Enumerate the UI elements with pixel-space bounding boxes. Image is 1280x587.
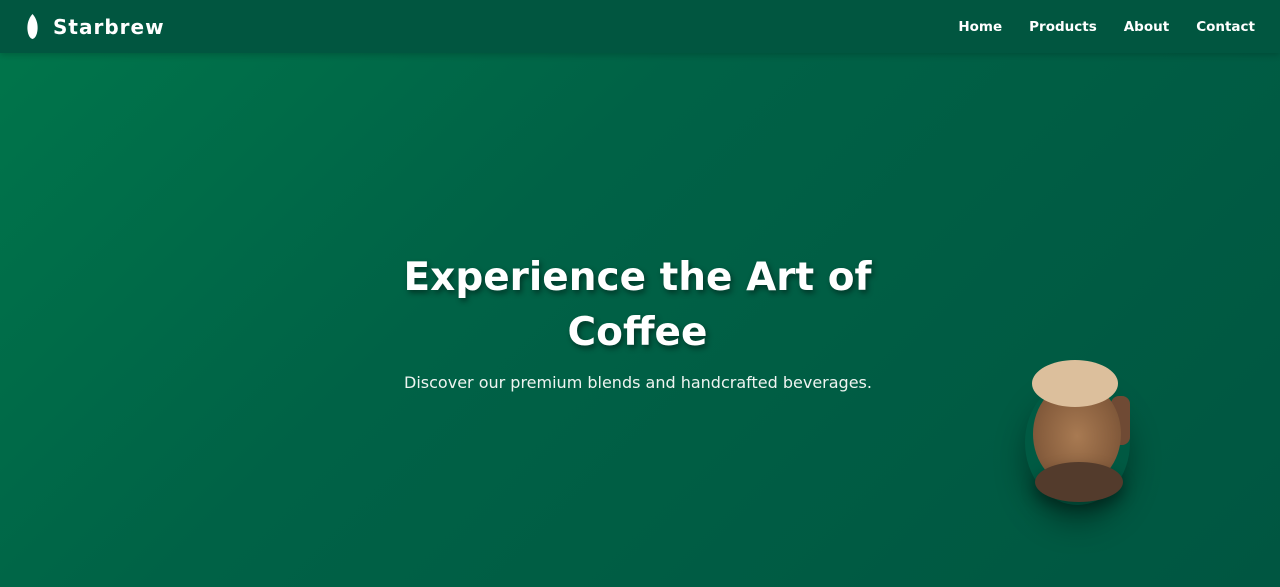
brand[interactable]: Starbrew: [25, 13, 165, 40]
coffee-cup-icon: [1025, 360, 1135, 505]
leaf-icon: [25, 13, 40, 40]
mug-lid: [1032, 360, 1118, 407]
nav-link-home[interactable]: Home: [958, 19, 1002, 35]
hero-title: Experience the Art of Coffee: [403, 255, 872, 355]
site-header: Starbrew Home Products About Contact: [0, 0, 1280, 53]
hero-section: Experience the Art of Coffee Discover ou…: [0, 53, 1280, 587]
main-nav: Home Products About Contact: [931, 19, 1255, 35]
mug-bottom: [1035, 462, 1123, 502]
brand-name: Starbrew: [53, 14, 165, 39]
nav-link-products[interactable]: Products: [1029, 19, 1097, 35]
hero-subtitle: Discover our premium blends and handcraf…: [404, 373, 872, 392]
nav-link-contact[interactable]: Contact: [1196, 19, 1255, 35]
nav-link-about[interactable]: About: [1124, 19, 1169, 35]
page: Starbrew Home Products About Contact Exp…: [0, 0, 1280, 587]
